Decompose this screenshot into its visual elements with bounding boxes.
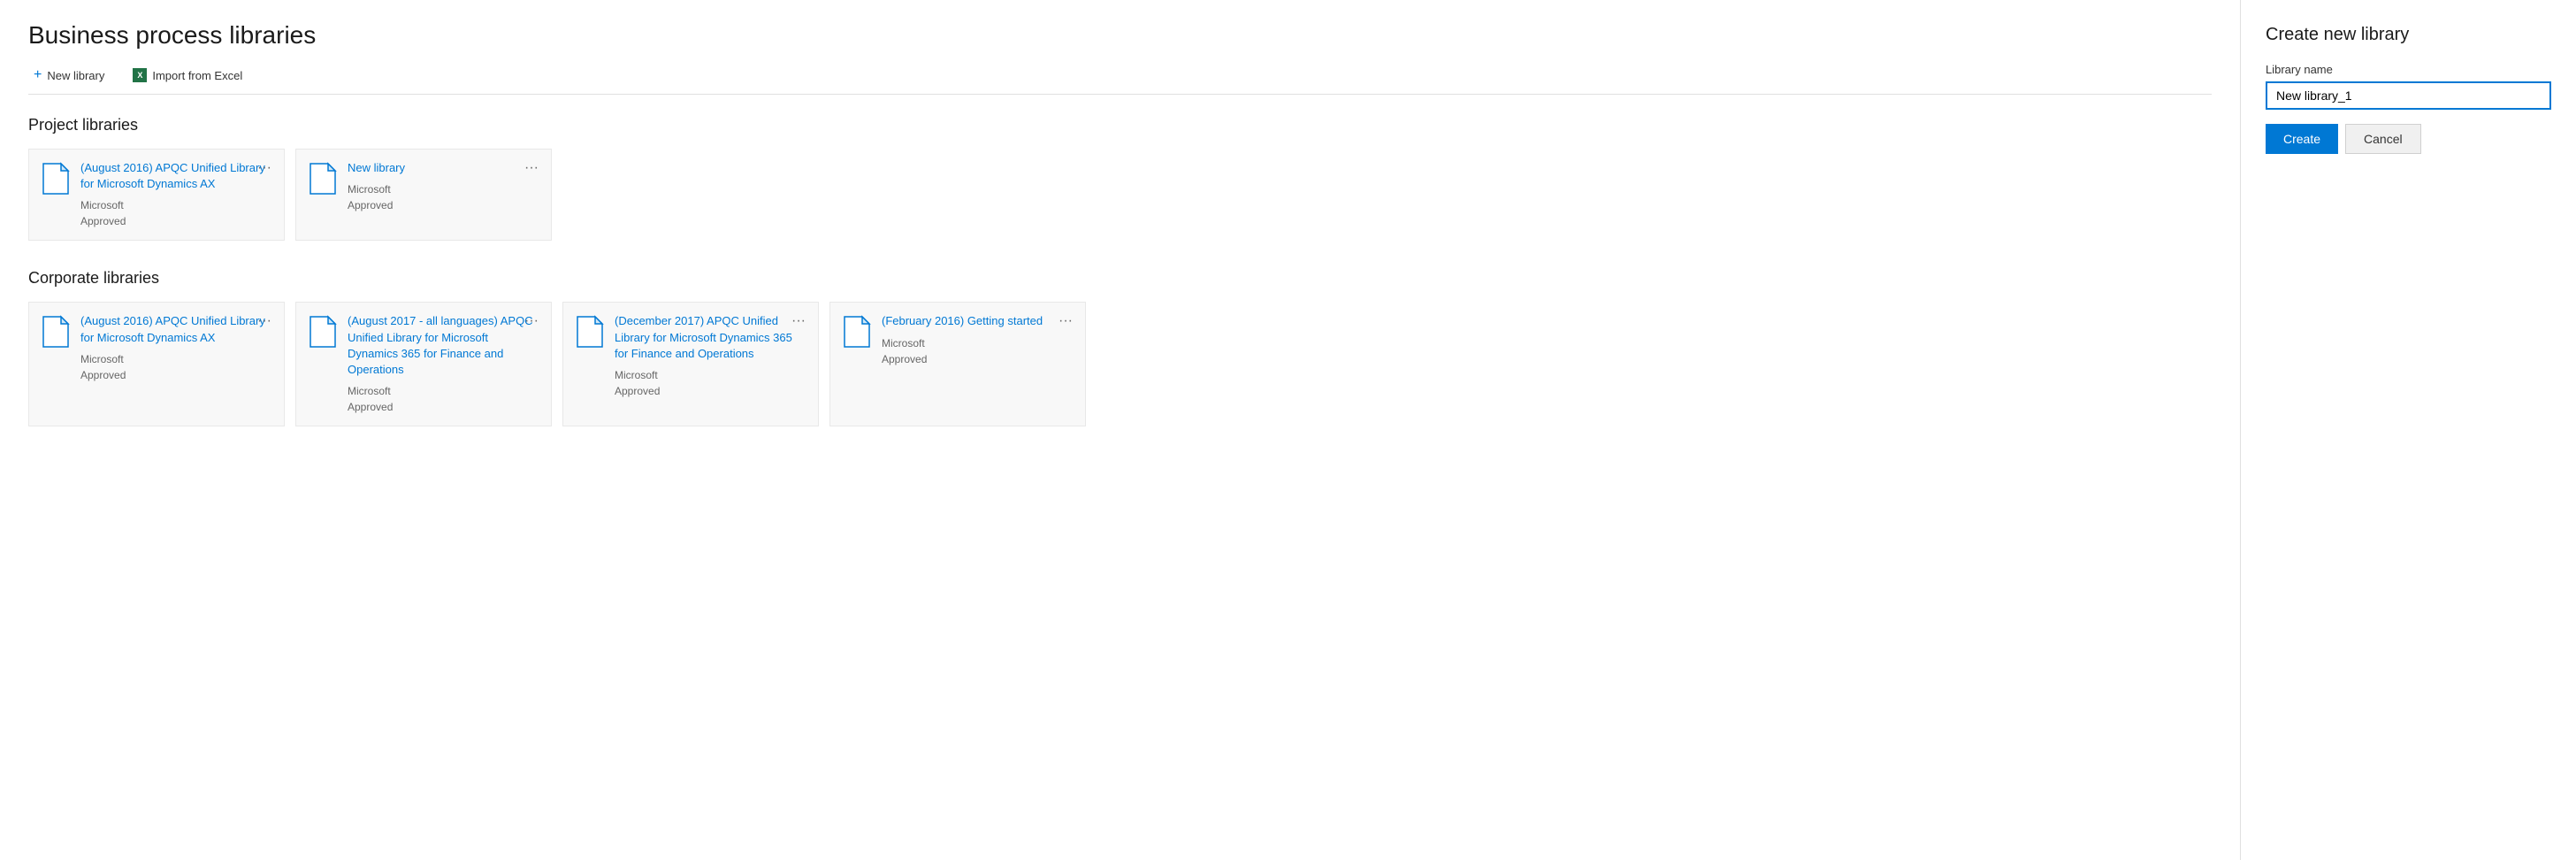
corporate-libraries-grid: (August 2016) APQC Unified Library for M… xyxy=(28,302,2212,426)
card-more-button[interactable]: ··· xyxy=(788,311,809,331)
import-excel-label: Import from Excel xyxy=(152,69,242,82)
card-content: (December 2017) APQC Unified Library for… xyxy=(615,313,806,399)
library-name-label: Library name xyxy=(2266,63,2551,76)
create-button[interactable]: Create xyxy=(2266,124,2338,154)
card-publisher: Microsoft xyxy=(882,335,1073,351)
cancel-button[interactable]: Cancel xyxy=(2345,124,2421,154)
list-item[interactable]: New library Microsoft Approved ··· xyxy=(295,149,552,241)
card-publisher: Microsoft xyxy=(615,367,806,383)
card-more-button[interactable]: ··· xyxy=(254,311,275,331)
card-content: (August 2016) APQC Unified Library for M… xyxy=(80,160,271,229)
card-title: (August 2017 - all languages) APQC Unifi… xyxy=(348,313,539,378)
card-title: (August 2016) APQC Unified Library for M… xyxy=(80,313,271,345)
new-library-label: New library xyxy=(47,69,104,82)
import-excel-button[interactable]: X Import from Excel xyxy=(127,65,248,86)
card-more-button[interactable]: ··· xyxy=(254,158,275,178)
plus-icon: + xyxy=(34,67,42,83)
card-publisher: Microsoft xyxy=(348,383,539,399)
project-libraries-grid: (August 2016) APQC Unified Library for M… xyxy=(28,149,2212,241)
file-icon xyxy=(309,315,337,349)
card-content: (August 2017 - all languages) APQC Unifi… xyxy=(348,313,539,415)
card-more-button[interactable]: ··· xyxy=(521,311,542,331)
library-name-input[interactable] xyxy=(2266,81,2551,110)
card-status: Approved xyxy=(615,383,806,399)
excel-icon: X xyxy=(133,68,147,82)
card-content: New library Microsoft Approved xyxy=(348,160,539,213)
card-publisher: Microsoft xyxy=(348,181,539,197)
card-title: (December 2017) APQC Unified Library for… xyxy=(615,313,806,362)
card-status: Approved xyxy=(348,197,539,213)
list-item[interactable]: (August 2016) APQC Unified Library for M… xyxy=(28,302,285,426)
project-libraries-title: Project libraries xyxy=(28,116,2212,134)
project-libraries-section: Project libraries (August 2016) APQC Uni… xyxy=(28,116,2212,241)
card-status: Approved xyxy=(80,213,271,229)
card-status: Approved xyxy=(882,351,1073,367)
right-panel: Create new library Library name Create C… xyxy=(2240,0,2576,860)
list-item[interactable]: (February 2016) Getting started Microsof… xyxy=(829,302,1086,426)
new-library-button[interactable]: + New library xyxy=(28,64,110,87)
main-content: Business process libraries + New library… xyxy=(0,0,2240,860)
panel-title: Create new library xyxy=(2266,25,2551,45)
corporate-libraries-section: Corporate libraries (August 2016) APQC U… xyxy=(28,269,2212,426)
page-title: Business process libraries xyxy=(28,21,2212,50)
card-content: (February 2016) Getting started Microsof… xyxy=(882,313,1073,366)
list-item[interactable]: (December 2017) APQC Unified Library for… xyxy=(562,302,819,426)
card-title: New library xyxy=(348,160,539,176)
list-item[interactable]: (August 2017 - all languages) APQC Unifi… xyxy=(295,302,552,426)
card-publisher: Microsoft xyxy=(80,197,271,213)
card-more-button[interactable]: ··· xyxy=(1055,311,1076,331)
file-icon xyxy=(843,315,871,349)
form-actions: Create Cancel xyxy=(2266,124,2551,154)
corporate-libraries-title: Corporate libraries xyxy=(28,269,2212,288)
card-title: (August 2016) APQC Unified Library for M… xyxy=(80,160,271,192)
card-publisher: Microsoft xyxy=(80,351,271,367)
list-item[interactable]: (August 2016) APQC Unified Library for M… xyxy=(28,149,285,241)
card-more-button[interactable]: ··· xyxy=(521,158,542,178)
file-icon xyxy=(576,315,604,349)
card-status: Approved xyxy=(348,399,539,415)
card-title: (February 2016) Getting started xyxy=(882,313,1073,329)
file-icon xyxy=(309,162,337,196)
card-content: (August 2016) APQC Unified Library for M… xyxy=(80,313,271,382)
file-icon xyxy=(42,162,70,196)
card-status: Approved xyxy=(80,367,271,383)
toolbar: + New library X Import from Excel xyxy=(28,64,2212,95)
file-icon xyxy=(42,315,70,349)
